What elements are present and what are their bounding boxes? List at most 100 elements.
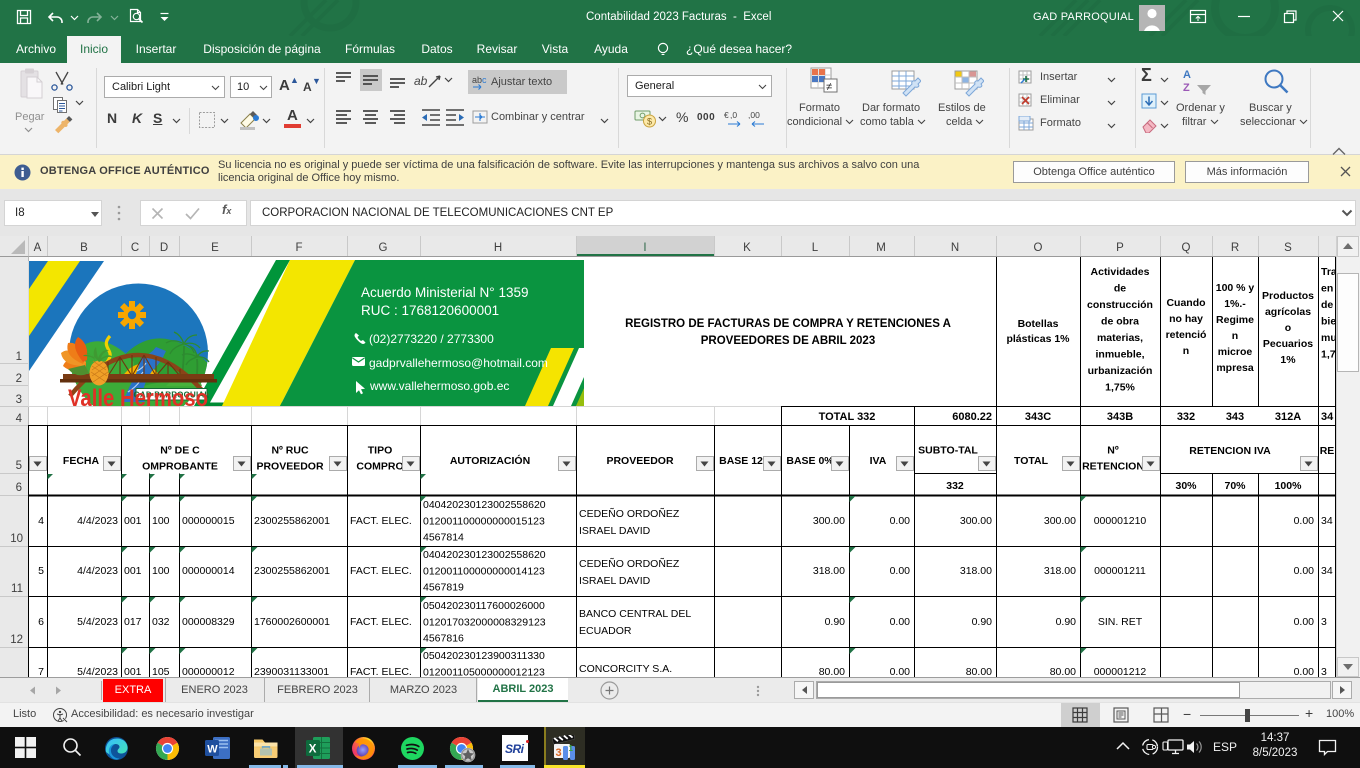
svg-text:RETENCION: RETENCION — [1082, 461, 1144, 473]
svg-text:Valle Hermoso: Valle Hermoso — [68, 385, 208, 412]
svg-text:G: G — [379, 242, 388, 254]
svg-text:80.00: 80.00 — [966, 666, 992, 677]
svg-text:0.00: 0.00 — [890, 515, 911, 527]
svg-text:FACT. ELEC.: FACT. ELEC. — [350, 515, 412, 527]
svg-text:4: 4 — [16, 413, 23, 425]
svg-text:FACT. ELEC.: FACT. ELEC. — [350, 616, 412, 628]
svg-text:Cuando: Cuando — [1166, 297, 1205, 309]
svg-text:343: 343 — [1226, 411, 1244, 423]
svg-text:3: 3 — [16, 394, 22, 406]
svg-text:3: 3 — [556, 747, 562, 759]
svg-text:80.00: 80.00 — [819, 666, 845, 677]
svg-text:agrícolas: agrícolas — [1265, 306, 1311, 318]
svg-text:FACT. ELEC.: FACT. ELEC. — [350, 565, 412, 577]
svg-text:gadprvallehermoso@hotmail.com: gadprvallehermoso@hotmail.com — [369, 356, 548, 370]
svg-text:de obra: de obra — [1101, 316, 1139, 328]
svg-text:RE: RE — [1320, 445, 1335, 457]
svg-text:3: 3 — [1321, 666, 1327, 677]
svg-text:2300255862001: 2300255862001 — [254, 515, 330, 527]
svg-text:100: 100 — [152, 565, 170, 577]
svg-text:A: A — [34, 242, 42, 254]
svg-text:www.vallehermoso.gob.ec: www.vallehermoso.gob.ec — [369, 379, 509, 393]
svg-text:RUC : 1768120600001: RUC : 1768120600001 — [361, 303, 499, 318]
svg-text:A: A — [1183, 69, 1191, 81]
svg-text:34: 34 — [1321, 515, 1333, 527]
svg-text:R: R — [1231, 242, 1239, 254]
svg-text:11: 11 — [11, 583, 23, 595]
svg-text:000008329: 000008329 — [182, 616, 235, 628]
svg-text:0.90: 0.90 — [972, 616, 993, 628]
svg-text:1%: 1% — [1280, 354, 1296, 366]
svg-text:343B: 343B — [1107, 411, 1133, 423]
svg-text:X: X — [309, 744, 317, 756]
svg-text:O: O — [1034, 242, 1043, 254]
svg-text:001: 001 — [124, 666, 142, 677]
svg-text:000000015: 000000015 — [182, 515, 235, 527]
svg-text:Acuerdo Ministerial N° 1359: Acuerdo Ministerial N° 1359 — [361, 285, 528, 300]
svg-text:001: 001 — [124, 565, 142, 577]
svg-text:343C: 343C — [1025, 411, 1051, 423]
svg-text:ab: ab — [472, 75, 482, 85]
svg-text:PROVEEDOR: PROVEEDOR — [256, 461, 324, 473]
svg-text:Nº DE C: Nº DE C — [160, 445, 200, 457]
svg-text:microe: microe — [1218, 346, 1253, 358]
svg-text:050420230123900311330: 050420230123900311330 — [423, 650, 545, 662]
svg-text:Q: Q — [1182, 242, 1191, 254]
svg-text:BANCO CENTRAL DEL: BANCO CENTRAL DEL — [579, 608, 691, 620]
svg-text:332: 332 — [1177, 411, 1195, 423]
svg-text:0.00: 0.00 — [1294, 616, 1315, 628]
svg-text:0.00: 0.00 — [890, 565, 911, 577]
svg-text:1%.-: 1%.- — [1224, 298, 1246, 310]
svg-text:2300255862001: 2300255862001 — [254, 565, 330, 577]
svg-text:ab: ab — [414, 74, 428, 88]
svg-text:4/4/2023: 4/4/2023 — [77, 565, 118, 577]
svg-text:012001105000000012123: 012001105000000012123 — [423, 667, 545, 678]
svg-text:000000014: 000000014 — [182, 565, 235, 577]
svg-text:318.00: 318.00 — [960, 565, 992, 577]
svg-text:Pecuarios: Pecuarios — [1263, 338, 1313, 350]
svg-text:construcción: construcción — [1087, 299, 1153, 311]
svg-text:CEDEÑO ORDOÑEZ: CEDEÑO ORDOÑEZ — [579, 557, 680, 570]
svg-text:0.00: 0.00 — [1294, 666, 1315, 677]
svg-text:7: 7 — [38, 666, 44, 677]
svg-text:Z: Z — [1183, 82, 1190, 94]
svg-text:318.00: 318.00 — [813, 565, 845, 577]
svg-text:OMPROBANTE: OMPROBANTE — [142, 461, 218, 473]
svg-text:6: 6 — [16, 482, 22, 494]
svg-text:PROVEEDORES DE ABRIL 2023: PROVEEDORES DE ABRIL 2023 — [701, 335, 875, 347]
svg-text:Tra: Tra — [1321, 266, 1337, 278]
svg-text:332: 332 — [946, 480, 964, 492]
svg-text:CONCORCITY S.A.: CONCORCITY S.A. — [579, 663, 672, 675]
svg-text:IVA: IVA — [870, 455, 887, 467]
svg-text:032: 032 — [152, 616, 170, 628]
svg-text:M: M — [876, 242, 886, 254]
svg-text:300.00: 300.00 — [960, 515, 992, 527]
svg-text:10: 10 — [10, 533, 23, 545]
svg-text:1,75%: 1,75% — [1105, 382, 1135, 394]
svg-text:34: 34 — [1321, 565, 1333, 577]
svg-text:000000012: 000000012 — [182, 666, 235, 677]
svg-text:1: 1 — [569, 744, 574, 753]
svg-text:Productos: Productos — [1262, 290, 1314, 302]
svg-text:$: $ — [647, 117, 652, 127]
svg-text:30%: 30% — [1175, 480, 1197, 492]
svg-text:retenció: retenció — [1166, 329, 1207, 341]
svg-text:5/4/2023: 5/4/2023 — [77, 616, 118, 628]
svg-text:REGISTRO DE FACTURAS DE COMPRA: REGISTRO DE FACTURAS DE COMPRA Y RETENCI… — [625, 318, 951, 330]
svg-text:0.00: 0.00 — [1294, 565, 1315, 577]
svg-text:80.00: 80.00 — [1050, 666, 1076, 677]
svg-text:012001100000000015123: 012001100000000015123 — [423, 516, 545, 528]
svg-text:ISRAEL DAVID: ISRAEL DAVID — [579, 525, 651, 537]
svg-text:o: o — [1285, 322, 1291, 334]
svg-text:W: W — [207, 744, 218, 756]
svg-text:012017032000008329123: 012017032000008329123 — [423, 617, 546, 629]
svg-text:1,7: 1,7 — [1321, 349, 1336, 361]
svg-text:CEDEÑO ORDOÑEZ: CEDEÑO ORDOÑEZ — [579, 507, 680, 520]
svg-text:012001100000000014123: 012001100000000014123 — [423, 566, 545, 578]
svg-text:34: 34 — [1321, 411, 1334, 423]
svg-text:4567816: 4567816 — [423, 633, 464, 645]
svg-text:urbanización: urbanización — [1088, 365, 1153, 377]
svg-text:1760002600001: 1760002600001 — [254, 616, 330, 628]
svg-text:000001212: 000001212 — [1094, 666, 1147, 677]
svg-text:mpresa: mpresa — [1216, 362, 1254, 374]
